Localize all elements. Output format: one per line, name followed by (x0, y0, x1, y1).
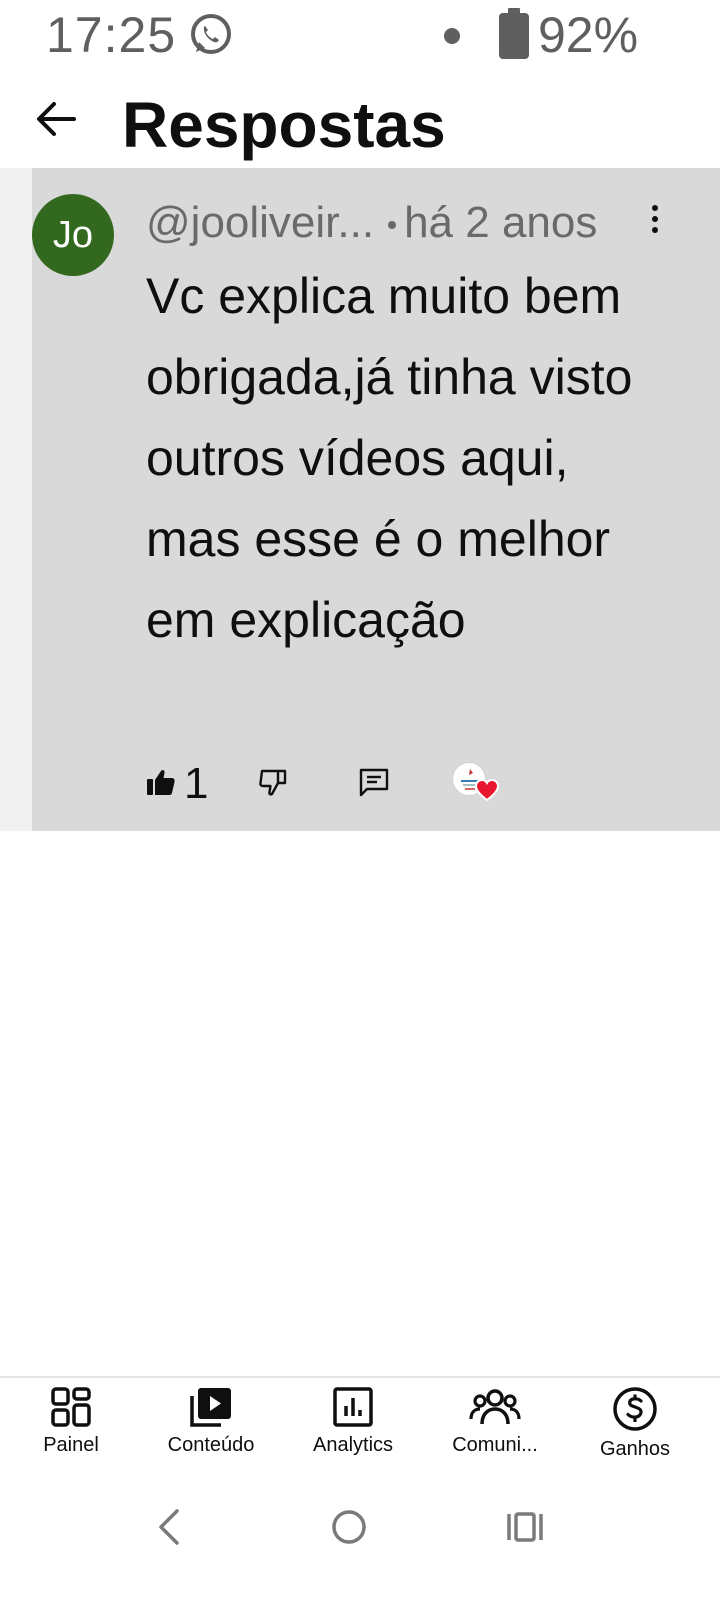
arrow-back-icon (34, 99, 78, 144)
reply-button[interactable] (358, 756, 390, 812)
nav-item-analytics[interactable]: Analytics (283, 1386, 423, 1472)
system-home-button[interactable] (309, 1494, 389, 1564)
whatsapp-icon (188, 12, 234, 58)
content-icon (141, 1386, 281, 1428)
notification-dot (444, 28, 460, 44)
bottom-navigation: Painel Conteúdo Analytics Comuni... Ganh… (0, 1376, 720, 1472)
status-bar: 17:25 92% (0, 0, 720, 72)
meta-separator-dot (388, 221, 397, 230)
nav-label-ganhos: Ganhos (599, 1438, 671, 1460)
battery-percent: 92% (538, 7, 639, 63)
analytics-icon (283, 1386, 423, 1428)
nav-item-ganhos[interactable]: Ganhos (565, 1386, 705, 1472)
status-time: 17:25 (46, 7, 177, 63)
earnings-icon (565, 1386, 705, 1432)
creator-heart-badge[interactable] (452, 762, 500, 806)
comment-meta: @jooliveir... há 2 anos (146, 198, 597, 248)
comment-time: há 2 anos (404, 198, 598, 247)
back-button[interactable] (28, 96, 84, 146)
comment-author[interactable]: @jooliveir... (146, 198, 374, 247)
system-recents-button[interactable] (485, 1494, 565, 1564)
thumbs-down-icon (258, 767, 288, 802)
comment-actions: 1 (146, 756, 706, 812)
system-navigation-bar (0, 1480, 720, 1600)
comment-card: Jo @jooliveir... há 2 anos Vc explica mui… (32, 168, 720, 831)
home-icon (329, 1507, 369, 1552)
comment-reply-icon (358, 767, 390, 802)
nav-label-painel: Painel (43, 1434, 99, 1456)
dashboard-icon (1, 1386, 141, 1428)
nav-item-comunidade[interactable]: Comuni... (425, 1386, 565, 1472)
community-icon (425, 1386, 565, 1428)
recents-icon (505, 1509, 545, 1550)
header: Respostas (0, 78, 720, 168)
nav-item-conteudo[interactable]: Conteúdo (141, 1386, 281, 1472)
comment-container: Jo @jooliveir... há 2 anos Vc explica mui… (0, 168, 720, 831)
dislike-button[interactable] (258, 756, 288, 812)
more-vert-icon (652, 205, 658, 211)
battery-icon (498, 8, 530, 60)
thumbs-up-icon (146, 767, 176, 802)
avatar-initials: Jo (52, 213, 94, 256)
nav-label-conteudo: Conteúdo (167, 1434, 255, 1456)
like-count: 1 (184, 759, 209, 808)
page-title: Respostas (122, 89, 446, 161)
heart-icon (474, 778, 500, 802)
system-back-button[interactable] (128, 1494, 208, 1564)
comment-text: Vc explica muito bem obrigada,já tinha v… (146, 268, 633, 648)
avatar[interactable]: Jo (32, 194, 114, 276)
nav-label-comunidade: Comuni... (452, 1434, 538, 1456)
back-icon (153, 1507, 183, 1552)
more-options-button[interactable] (642, 202, 668, 236)
like-button[interactable]: 1 (146, 756, 208, 812)
nav-label-analytics: Analytics (312, 1434, 394, 1456)
nav-item-painel[interactable]: Painel (1, 1386, 141, 1472)
